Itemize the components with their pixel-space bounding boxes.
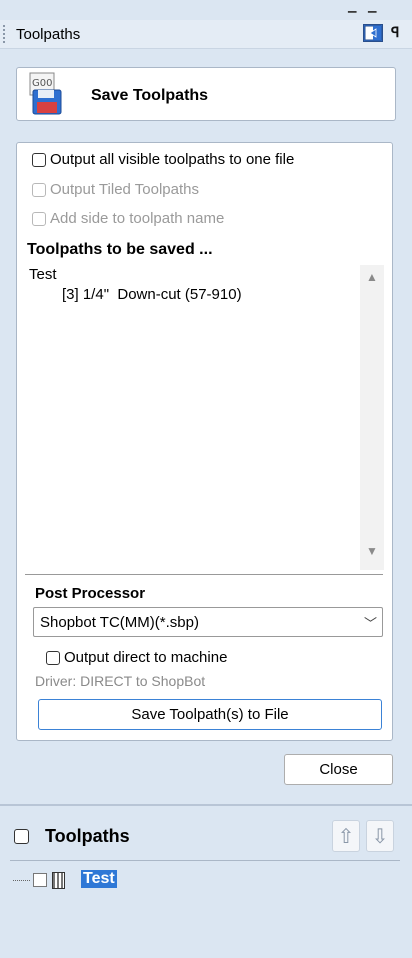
output-all-visible-checkbox[interactable] (32, 152, 46, 167)
output-all-visible-label: Output all visible toolpaths to one file (50, 151, 295, 168)
close-button[interactable]: Close (284, 754, 393, 785)
output-direct-label: Output direct to machine (64, 649, 228, 666)
post-processor-heading: Post Processor (35, 585, 146, 602)
panel-separator (0, 804, 412, 806)
add-side-label: Add side to toolpath name (50, 210, 225, 227)
save-toolpaths-to-file-button[interactable]: Save Toolpath(s) to File (38, 699, 382, 730)
g00-save-file-icon: G00 (27, 72, 65, 116)
output-tiled-label: Output Tiled Toolpaths (50, 181, 199, 198)
toolpaths-visibility-checkbox[interactable] (14, 829, 29, 844)
output-all-visible-option[interactable]: Output all visible toolpaths to one file (32, 151, 294, 168)
arrow-down-icon[interactable]: ⇩ (366, 820, 394, 852)
chevron-down-icon[interactable]: ﹀ (364, 613, 377, 632)
list-item-toolpath: [3] 1/4" Down-cut (57-910) (62, 286, 242, 303)
minimize-icon[interactable]: ▁ (348, 0, 356, 13)
toolpaths-panel-title: Toolpaths (45, 826, 130, 846)
toolpaths-separator (10, 860, 400, 861)
triangle-up-icon[interactable]: ▲ (366, 270, 378, 284)
triangle-down-icon[interactable]: ▼ (366, 544, 378, 558)
pin-icon[interactable]: ꟼ (391, 24, 399, 41)
toolpath-group-icon (52, 872, 65, 889)
drag-grip-icon[interactable] (3, 25, 5, 43)
output-tiled-checkbox (32, 182, 46, 197)
toolpaths-to-save-list[interactable] (25, 265, 387, 570)
list-scrollbar[interactable] (360, 265, 384, 570)
driver-text: Driver: DIRECT to ShopBot (35, 673, 206, 689)
post-processor-value: Shopbot TC(MM)(*.sbp) (40, 614, 199, 631)
add-side-option: Add side to toolpath name (32, 210, 224, 227)
save-toolpaths-title: Save Toolpaths (91, 87, 209, 104)
divider (25, 574, 383, 575)
add-side-checkbox (32, 211, 46, 226)
maximize-icon[interactable]: ▁ (368, 0, 376, 13)
arrow-up-icon[interactable]: ⇧ (332, 820, 360, 852)
output-direct-checkbox[interactable] (46, 650, 60, 665)
tree-connector (13, 880, 31, 881)
panel-title: Toolpaths (16, 26, 81, 43)
toolpaths-to-save-heading: Toolpaths to be saved ... (27, 241, 213, 258)
list-group-test: Test (29, 266, 57, 283)
tree-item-checkbox[interactable] (33, 873, 47, 887)
dock-panel-icon[interactable] (363, 24, 383, 42)
g00-icon-text: G00 (32, 78, 52, 89)
output-direct-option[interactable]: Output direct to machine (46, 649, 227, 666)
output-tiled-option: Output Tiled Toolpaths (32, 181, 199, 198)
tree-item-test[interactable]: Test (81, 870, 117, 888)
